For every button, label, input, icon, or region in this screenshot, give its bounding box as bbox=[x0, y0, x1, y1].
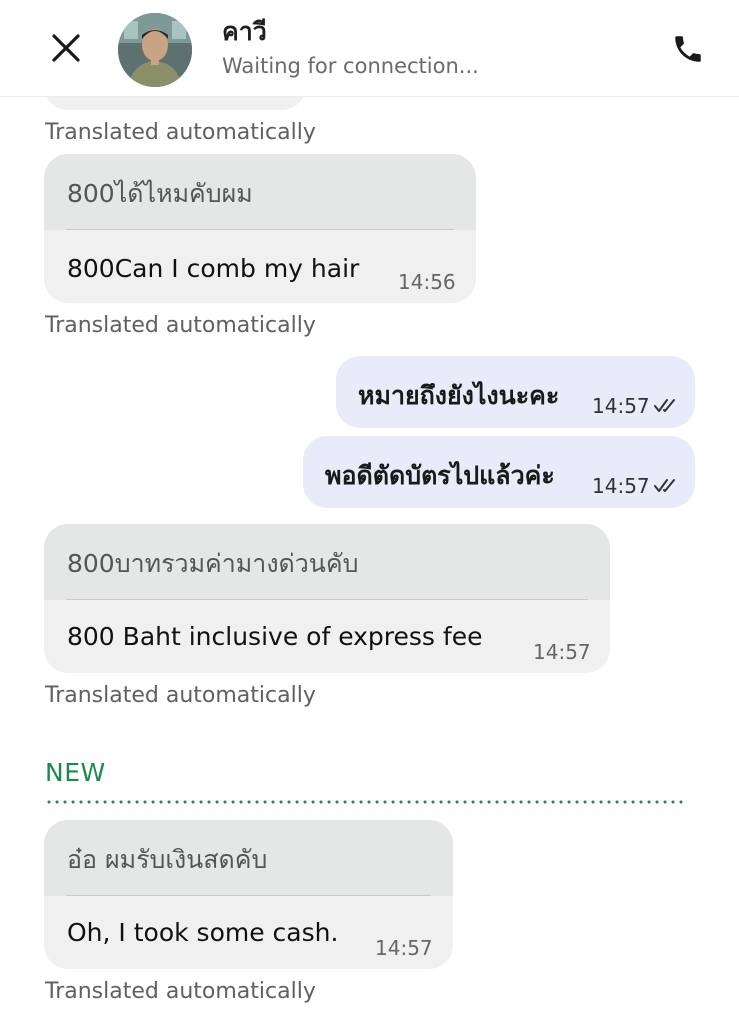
translation-divider bbox=[66, 599, 588, 600]
chat-screen: คาวี Waiting for connection... Translate… bbox=[0, 0, 739, 1024]
close-icon bbox=[52, 34, 80, 62]
outgoing-message-bubble[interactable]: หมายถึงยังไงนะคะ 14:57 bbox=[336, 356, 695, 428]
incoming-message-bubble[interactable]: อ๋อ ผมรับเงินสดคับ Oh, I took some cash.… bbox=[44, 820, 453, 969]
contact-avatar[interactable] bbox=[118, 13, 192, 87]
original-text-section: 800ได้ไหมคับผม bbox=[44, 154, 476, 230]
double-check-icon bbox=[654, 399, 675, 412]
translation-divider bbox=[66, 895, 431, 896]
outgoing-message-bubble[interactable]: พอดีตัดบัตรไปแล้วค่ะ 14:57 bbox=[303, 436, 695, 508]
new-messages-divider bbox=[45, 800, 685, 804]
call-button[interactable] bbox=[664, 25, 712, 73]
translated-automatically-label: Translated automatically bbox=[45, 313, 316, 338]
original-message-text: 800ได้ไหมคับผม bbox=[67, 179, 253, 208]
new-messages-label: NEW bbox=[45, 758, 106, 787]
message-time: 14:57 bbox=[533, 640, 591, 664]
close-button[interactable] bbox=[44, 26, 88, 70]
translation-divider bbox=[66, 229, 454, 230]
message-time: 14:57 bbox=[592, 474, 650, 498]
message-time: 14:57 bbox=[592, 394, 650, 418]
outgoing-message-text: พอดีตัดบัตรไปแล้วค่ะ bbox=[325, 461, 555, 490]
incoming-message-bubble[interactable]: 800บาทรวมค่ามางด่วนคับ 800 Baht inclusiv… bbox=[44, 524, 610, 673]
translated-automatically-label: Translated automatically bbox=[45, 979, 316, 1004]
message-time: 14:57 bbox=[375, 936, 433, 960]
incoming-message-bubble[interactable]: 800ได้ไหมคับผม 800Can I comb my hair 14:… bbox=[44, 154, 476, 303]
original-text-section: อ๋อ ผมรับเงินสดคับ bbox=[44, 820, 453, 896]
original-message-text: อ๋อ ผมรับเงินสดคับ bbox=[67, 845, 268, 874]
original-message-text: 800บาทรวมค่ามางด่วนคับ bbox=[67, 549, 359, 578]
original-text-section: 800บาทรวมค่ามางด่วนคับ bbox=[44, 524, 610, 600]
translated-automatically-label: Translated automatically bbox=[45, 120, 316, 145]
double-check-icon bbox=[654, 479, 675, 492]
chat-header: คาวี Waiting for connection... bbox=[0, 0, 739, 97]
outgoing-message-text: หมายถึงยังไงนะคะ bbox=[358, 381, 560, 410]
contact-name[interactable]: คาวี bbox=[222, 12, 267, 52]
connection-status: Waiting for connection... bbox=[222, 54, 479, 78]
phone-icon bbox=[675, 36, 701, 62]
translated-message-text: 800Can I comb my hair bbox=[67, 254, 360, 283]
translated-message-text: Oh, I took some cash. bbox=[67, 918, 339, 947]
message-time: 14:56 bbox=[398, 270, 456, 294]
translated-message-text: 800 Baht inclusive of express fee bbox=[67, 622, 483, 651]
translated-automatically-label: Translated automatically bbox=[45, 683, 316, 708]
